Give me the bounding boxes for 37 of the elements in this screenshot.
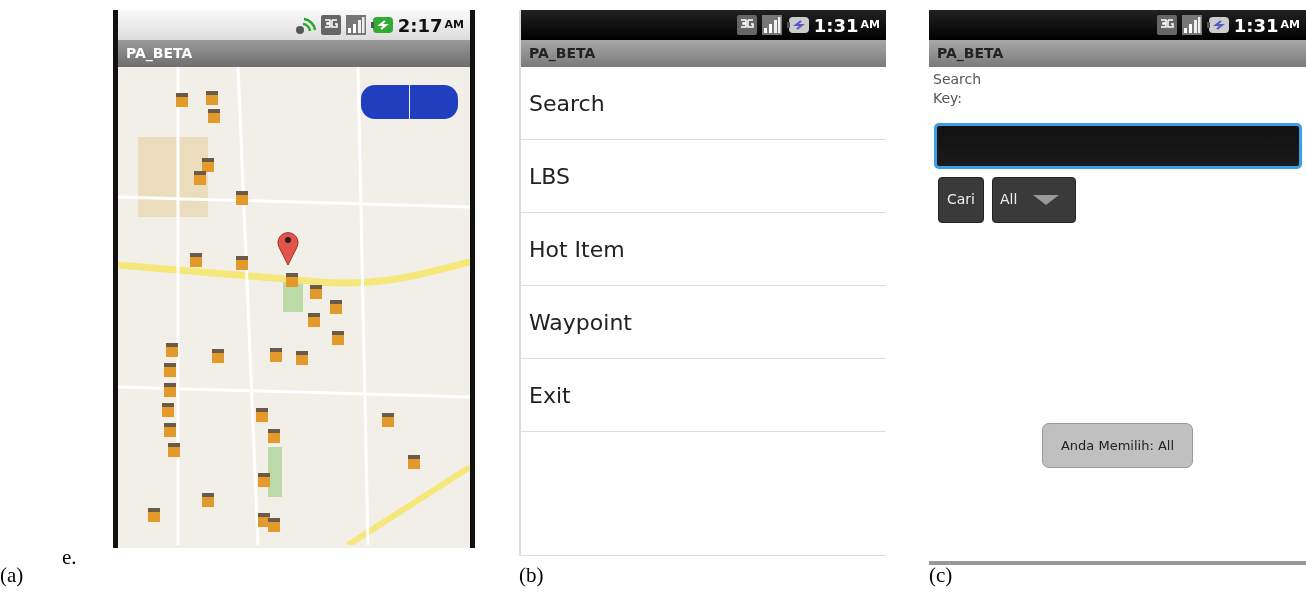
menu-item[interactable]: Exit [521, 359, 886, 432]
battery-icon [786, 16, 809, 34]
status-meridiem: AM [1280, 16, 1300, 33]
status-meridiem: AM [860, 16, 880, 33]
figure-caption: (c) [929, 565, 954, 586]
search-button[interactable]: Cari [938, 176, 984, 223]
status-time: 1:31 [1233, 13, 1279, 38]
status-time: 2:17 [397, 13, 443, 38]
battery-icon [370, 16, 393, 34]
menu-item[interactable]: Search [521, 67, 886, 140]
app-title: PA_BETA [929, 40, 1306, 67]
status-time: 1:31 [813, 13, 859, 38]
status-meridiem: AM [444, 16, 464, 33]
signal-icon [1181, 15, 1202, 35]
dropdown-value: All [1000, 190, 1018, 210]
figure-caption: (b) [519, 565, 545, 586]
map-control-button[interactable] [410, 85, 458, 119]
battery-icon [1206, 16, 1229, 34]
network-3g-icon [1156, 15, 1177, 35]
menu-item[interactable]: LBS [521, 140, 886, 213]
map-control-button[interactable] [361, 85, 409, 119]
app-title: PA_BETA [521, 40, 886, 67]
toast-message: Anda Memilih: All [1041, 422, 1194, 469]
network-3g-icon [320, 15, 341, 35]
signal-icon [345, 15, 366, 35]
field-label: Search Key: [932, 70, 983, 108]
network-3g-icon [736, 15, 757, 35]
signal-icon [761, 15, 782, 35]
search-key-field[interactable] [934, 122, 1302, 169]
menu-item[interactable]: Hot Item [521, 213, 886, 286]
category-dropdown[interactable]: All [992, 176, 1076, 223]
menu-item[interactable]: Waypoint [521, 286, 886, 359]
figure-caption: (a) [0, 565, 25, 586]
map-pin-icon [276, 229, 300, 265]
app-title: PA_BETA [118, 40, 470, 67]
dropdown-arrow-icon [1033, 194, 1060, 205]
figure-label: e. [61, 547, 78, 568]
